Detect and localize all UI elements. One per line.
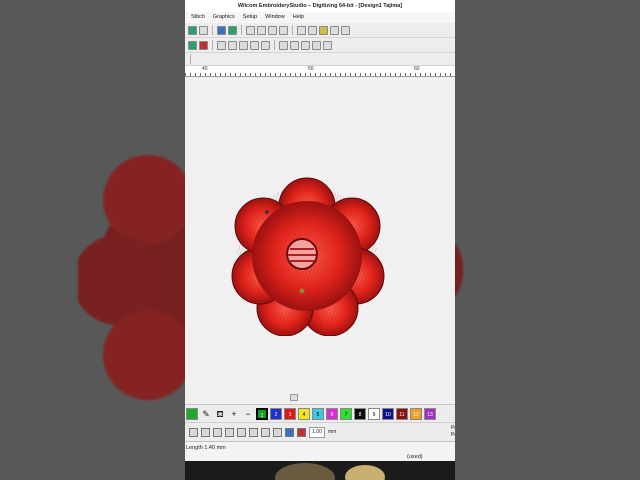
color-palette-bar: ✎ ⛾ + −1 2 3 4 5 6 7 8 9 10 11 12 13 xyxy=(185,404,455,422)
horizontal-ruler: 40 50 60 xyxy=(185,66,455,77)
menu-stitch[interactable]: Stitch xyxy=(191,12,205,23)
align-center-icon[interactable] xyxy=(228,40,237,50)
align-right-icon[interactable] xyxy=(239,40,248,50)
stitch-type-1-icon[interactable] xyxy=(189,427,198,437)
design-canvas[interactable] xyxy=(185,77,455,395)
people-icon[interactable] xyxy=(199,40,208,50)
stitch-type-4-icon[interactable] xyxy=(225,427,234,437)
stitch-type-10-icon[interactable] xyxy=(297,427,306,437)
color-swatch-8[interactable]: 8 xyxy=(354,407,366,420)
canvas-scroll-handle[interactable] xyxy=(290,394,298,401)
rectangle-tool-icon[interactable] xyxy=(188,40,197,50)
menu-window[interactable]: Window xyxy=(265,12,285,23)
size-icon[interactable] xyxy=(312,40,321,50)
flower-blur-left xyxy=(78,155,185,400)
mirror-icon[interactable] xyxy=(279,40,288,50)
unit-label: mm xyxy=(328,429,337,435)
stitch-type-2-icon[interactable] xyxy=(201,427,210,437)
rotate-icon[interactable] xyxy=(261,40,270,50)
color-swatch-13[interactable]: 13 xyxy=(424,407,436,420)
globe-icon[interactable] xyxy=(319,25,328,35)
flower-blur-right xyxy=(455,243,463,297)
frame-icon[interactable] xyxy=(308,25,317,35)
background-left-blur xyxy=(0,0,185,480)
transform-icon[interactable] xyxy=(290,40,299,50)
align-left-icon[interactable] xyxy=(217,40,226,50)
menu-bar: Stitch Graphics Setup Window Help xyxy=(185,12,455,23)
fill-tool-icon[interactable] xyxy=(228,25,237,35)
ruler-label-60: 60 xyxy=(414,66,420,72)
pattern-icon[interactable] xyxy=(330,25,339,35)
spacing-input[interactable]: 1.00 xyxy=(309,426,325,438)
color-swatch-1[interactable]: 1 xyxy=(256,407,268,420)
paint-bucket-icon[interactable]: ⛾ xyxy=(214,408,226,420)
color-swatch-4[interactable]: 4 xyxy=(298,407,310,420)
menu-help[interactable]: Help xyxy=(293,12,304,23)
stitch-type-7-icon[interactable] xyxy=(261,427,270,437)
undo-icon[interactable] xyxy=(199,25,208,35)
knife-icon[interactable] xyxy=(257,25,266,35)
stitch-type-5-icon[interactable] xyxy=(237,427,246,437)
color-swatch-11[interactable]: 11 xyxy=(396,407,408,420)
toolbar-row-3 xyxy=(185,53,455,66)
side-label-2: Po xyxy=(450,432,455,438)
distribute-icon[interactable] xyxy=(250,40,259,50)
ruler-label-40: 40 xyxy=(202,66,208,72)
flower-center xyxy=(286,238,318,270)
menu-setup[interactable]: Setup xyxy=(243,12,257,23)
stitch-angle-icon[interactable] xyxy=(341,25,350,35)
window-title: Wilcom EmbroideryStudio – Digitizing 64-… xyxy=(185,0,455,12)
color-swatch-first[interactable] xyxy=(186,407,198,420)
reshape-icon[interactable] xyxy=(246,25,255,35)
color-swatch-7[interactable]: 7 xyxy=(340,407,352,420)
lock-icon[interactable] xyxy=(279,25,288,35)
ruler-label-50: 50 xyxy=(308,66,314,72)
toolbar-row-1 xyxy=(185,23,455,38)
embroidery-app-window: Wilcom EmbroideryStudio – Digitizing 64-… xyxy=(185,0,455,480)
arrows-icon[interactable] xyxy=(268,25,277,35)
eyedropper-icon[interactable]: ✎ xyxy=(200,408,212,420)
color-swatch-5[interactable]: 5 xyxy=(312,407,324,420)
color-swatch-2[interactable]: 2 xyxy=(270,407,282,420)
grid-icon[interactable] xyxy=(297,25,306,35)
color-swatch-3[interactable]: 3 xyxy=(284,407,296,420)
add-color-icon[interactable]: + xyxy=(228,408,240,420)
background-right-blur xyxy=(455,0,640,480)
frame-select-icon[interactable] xyxy=(301,40,310,50)
stitch-type-3-icon[interactable] xyxy=(213,427,222,437)
video-bottom-strip xyxy=(185,461,455,480)
object-tool-icon[interactable] xyxy=(217,25,226,35)
toolbar-row-2 xyxy=(185,38,455,53)
flower-embroidery-design[interactable] xyxy=(230,176,385,336)
stitch-length-status: Length 1.40 mm xyxy=(186,445,226,451)
remove-color-icon[interactable]: − xyxy=(242,408,254,420)
start-marker xyxy=(265,210,269,214)
color-swatch-9[interactable]: 9 xyxy=(368,407,380,420)
end-marker xyxy=(299,288,305,294)
used-status: (used) xyxy=(407,454,423,460)
color-swatch-12[interactable]: 12 xyxy=(410,407,422,420)
stitch-type-9-icon[interactable] xyxy=(285,427,294,437)
color-swatch-10[interactable]: 10 xyxy=(382,407,394,420)
side-label-1: Po xyxy=(450,425,455,431)
status-bar: Length 1.40 mm (used) xyxy=(185,441,455,462)
spacing-icon[interactable] xyxy=(323,40,332,50)
stitch-type-8-icon[interactable] xyxy=(273,427,282,437)
property-toolbar: 1.00 mm Po Po xyxy=(185,422,455,441)
stitch-type-6-icon[interactable] xyxy=(249,427,258,437)
menu-graphics[interactable]: Graphics xyxy=(213,12,235,23)
color-swatch-6[interactable]: 6 xyxy=(326,407,338,420)
stitch-tool-icon[interactable] xyxy=(188,25,197,35)
